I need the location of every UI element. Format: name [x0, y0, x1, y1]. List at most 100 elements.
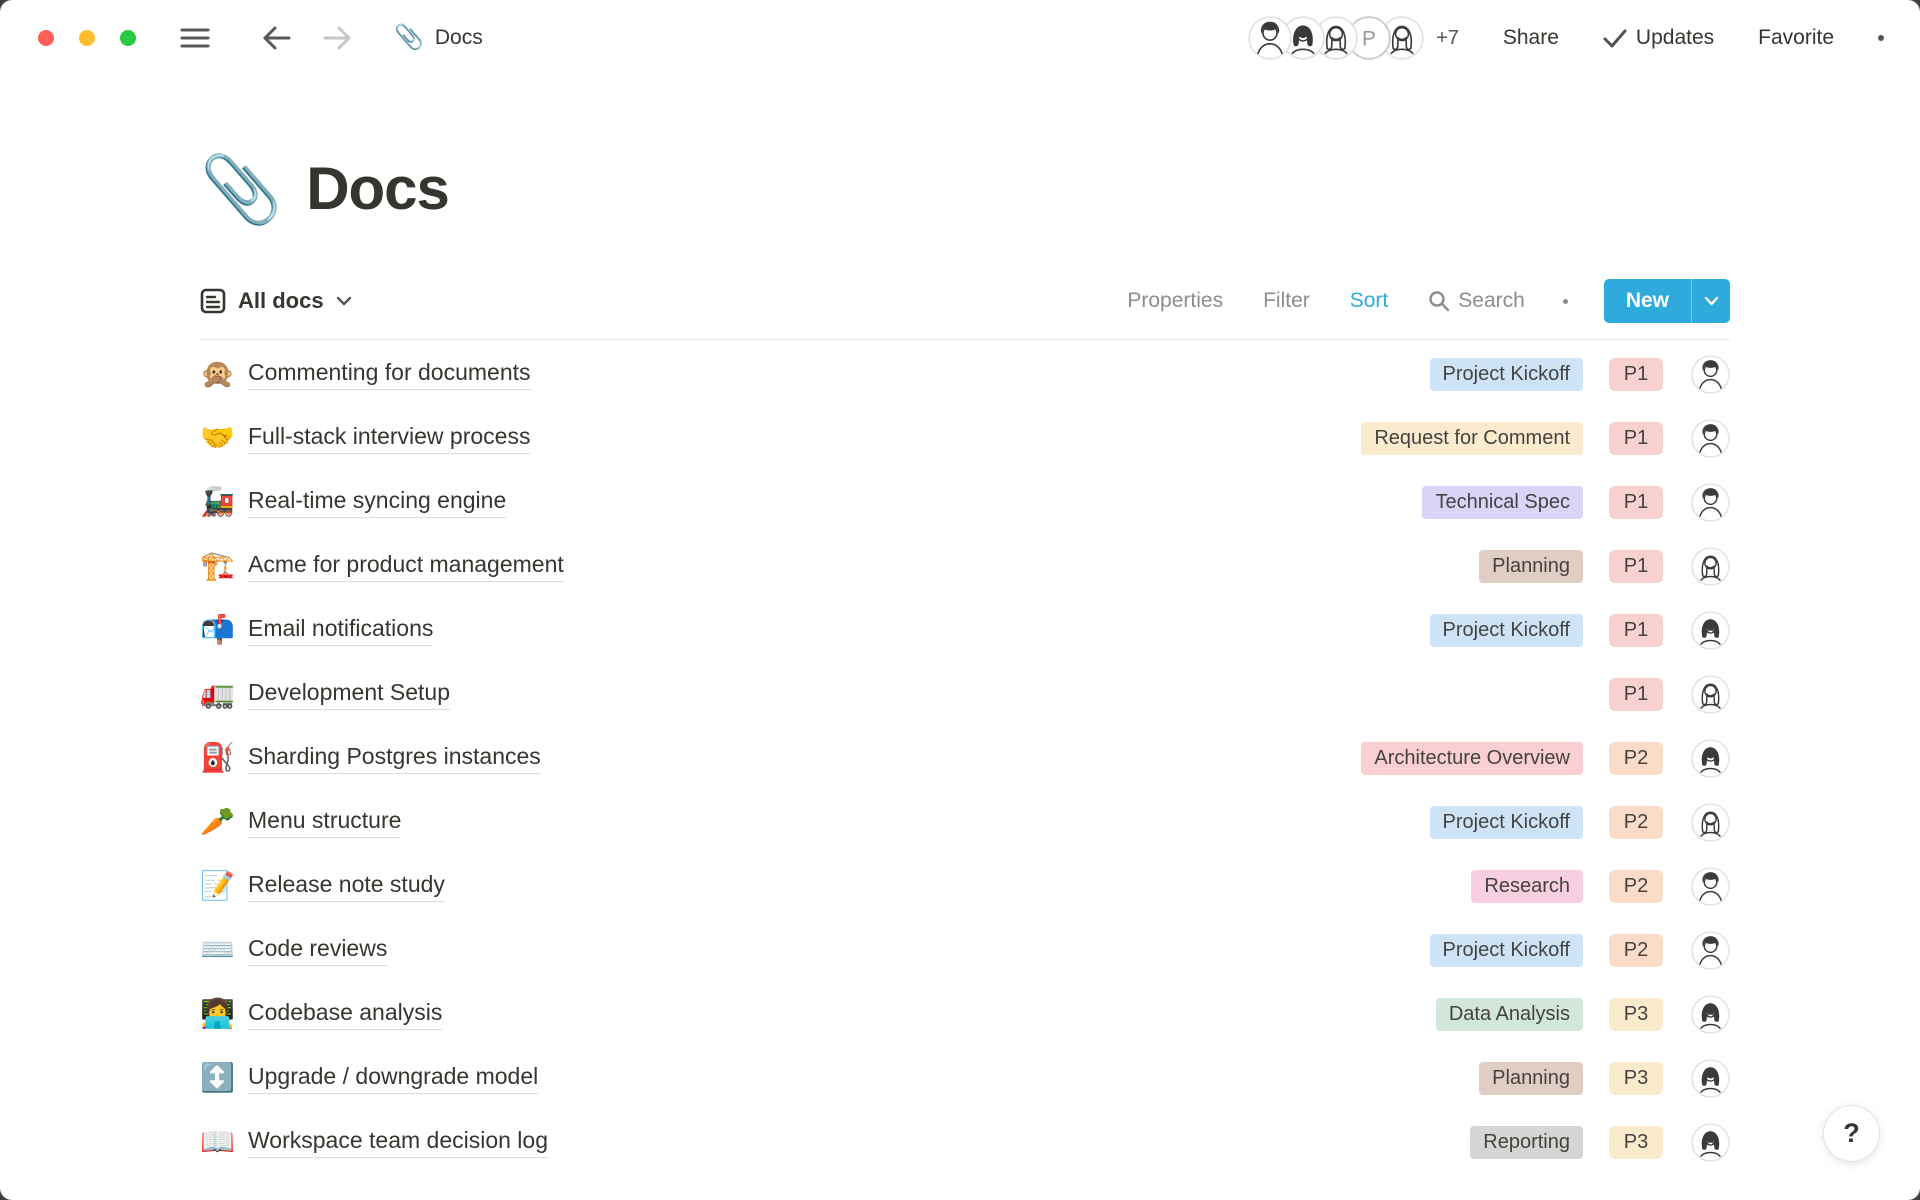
priority-badge[interactable]: P2 [1609, 934, 1663, 967]
search-button[interactable]: Search [1428, 289, 1525, 313]
doc-emoji-icon: ⌨️ [200, 936, 248, 964]
table-row[interactable]: 📝 Release note study Research P2 [200, 854, 1730, 918]
doc-tag[interactable]: Research [1471, 870, 1583, 903]
priority-badge[interactable]: P1 [1609, 550, 1663, 583]
sidebar-toggle-button[interactable] [180, 27, 210, 49]
document-icon [200, 288, 226, 314]
favorite-button[interactable]: Favorite [1758, 26, 1834, 50]
doc-title[interactable]: Commenting for documents [248, 359, 531, 390]
priority-badge[interactable]: P1 [1609, 486, 1663, 519]
doc-title[interactable]: Code reviews [248, 935, 387, 966]
breadcrumb[interactable]: 📎 Docs [394, 26, 483, 50]
sort-button[interactable]: Sort [1350, 289, 1389, 313]
avatar [1691, 867, 1730, 906]
avatar[interactable] [1248, 16, 1292, 60]
doc-tag[interactable]: Data Analysis [1436, 998, 1583, 1031]
doc-tag[interactable]: Architecture Overview [1361, 742, 1583, 775]
table-row[interactable]: ↕️ Upgrade / downgrade model Planning P3 [200, 1046, 1730, 1110]
table-row[interactable]: 🙊 Commenting for documents Project Kicko… [200, 342, 1730, 406]
view-more-button[interactable] [1563, 299, 1568, 304]
priority-badge[interactable]: P3 [1609, 1062, 1663, 1095]
page-icon[interactable]: 📎 [200, 156, 282, 222]
back-button[interactable] [262, 25, 292, 51]
avatar [1691, 419, 1730, 458]
forward-button[interactable] [322, 25, 352, 51]
view-selector-label: All docs [238, 288, 324, 314]
updates-button-label: Updates [1636, 26, 1714, 50]
priority-badge[interactable]: P1 [1609, 678, 1663, 711]
doc-emoji-icon: ↕️ [200, 1064, 248, 1092]
properties-button-label: Properties [1127, 289, 1223, 313]
minimize-window-button[interactable] [79, 30, 95, 46]
view-selector[interactable]: All docs [200, 288, 352, 314]
doc-title[interactable]: Release note study [248, 871, 445, 902]
avatar [1691, 675, 1730, 714]
new-doc-button[interactable]: New [1604, 279, 1730, 323]
help-button[interactable]: ? [1823, 1105, 1880, 1162]
doc-emoji-icon: 🚛 [200, 680, 248, 708]
doc-emoji-icon: 📝 [200, 872, 248, 900]
updates-button[interactable]: Updates [1603, 26, 1714, 50]
share-button[interactable]: Share [1503, 26, 1559, 50]
doc-tag[interactable]: Reporting [1470, 1126, 1583, 1159]
table-row[interactable]: 🥕 Menu structure Project Kickoff P2 [200, 790, 1730, 854]
question-mark-icon: ? [1843, 1118, 1860, 1149]
close-window-button[interactable] [38, 30, 54, 46]
doc-tag[interactable]: Planning [1479, 550, 1583, 583]
zoom-window-button[interactable] [120, 30, 136, 46]
doc-tag[interactable]: Project Kickoff [1430, 806, 1583, 839]
priority-badge[interactable]: P2 [1609, 870, 1663, 903]
avatar [1691, 355, 1730, 394]
filter-button[interactable]: Filter [1263, 289, 1310, 313]
doc-emoji-icon: 📬 [200, 616, 248, 644]
chevron-down-icon [336, 296, 352, 306]
top-bar: 📎 Docs P +7 Share [0, 0, 1920, 76]
priority-badge[interactable]: P1 [1609, 614, 1663, 647]
doc-title[interactable]: Full-stack interview process [248, 423, 530, 454]
doc-title[interactable]: Development Setup [248, 679, 450, 710]
doc-emoji-icon: 🙊 [200, 360, 248, 388]
avatar [1691, 803, 1730, 842]
avatar [1691, 1059, 1730, 1098]
table-row[interactable]: 📬 Email notifications Project Kickoff P1 [200, 598, 1730, 662]
more-options-button[interactable] [1878, 35, 1884, 41]
doc-title[interactable]: Real-time syncing engine [248, 487, 506, 518]
avatar-overflow-count[interactable]: +7 [1436, 27, 1459, 50]
properties-button[interactable]: Properties [1127, 289, 1223, 313]
priority-badge[interactable]: P2 [1609, 742, 1663, 775]
doc-title[interactable]: Menu structure [248, 807, 401, 838]
table-row[interactable]: 👩‍💻 Codebase analysis Data Analysis P3 [200, 982, 1730, 1046]
doc-tag[interactable]: Project Kickoff [1430, 934, 1583, 967]
table-row[interactable]: 🏗️ Acme for product management Planning … [200, 534, 1730, 598]
doc-tag[interactable]: Technical Spec [1422, 486, 1583, 519]
window-controls [38, 30, 136, 46]
table-row[interactable]: 🤝 Full-stack interview process Request f… [200, 406, 1730, 470]
table-row[interactable]: ⌨️ Code reviews Project Kickoff P2 [200, 918, 1730, 982]
doc-title[interactable]: Acme for product management [248, 551, 564, 582]
doc-title[interactable]: Sharding Postgres instances [248, 743, 541, 774]
doc-tag[interactable]: Project Kickoff [1430, 614, 1583, 647]
table-row[interactable]: 🚛 Development Setup P1 [200, 662, 1730, 726]
doc-tag[interactable]: Request for Comment [1361, 422, 1583, 455]
doc-tag[interactable]: Project Kickoff [1430, 358, 1583, 391]
doc-title[interactable]: Email notifications [248, 615, 433, 646]
collaborator-avatars[interactable]: P [1248, 16, 1424, 60]
priority-badge[interactable]: P3 [1609, 1126, 1663, 1159]
arrow-left-icon [262, 25, 292, 51]
table-row[interactable]: 🚂 Real-time syncing engine Technical Spe… [200, 470, 1730, 534]
priority-badge[interactable]: P2 [1609, 806, 1663, 839]
doc-title[interactable]: Upgrade / downgrade model [248, 1063, 538, 1094]
doc-title[interactable]: Workspace team decision log [248, 1127, 548, 1158]
table-row[interactable]: 📖 Workspace team decision log Reporting … [200, 1110, 1730, 1174]
table-row[interactable]: ⛽ Sharding Postgres instances Architectu… [200, 726, 1730, 790]
search-button-label: Search [1458, 289, 1525, 313]
ellipsis-icon [1878, 35, 1884, 41]
new-doc-dropdown[interactable] [1692, 279, 1730, 323]
priority-badge[interactable]: P1 [1609, 358, 1663, 391]
doc-tag[interactable]: Planning [1479, 1062, 1583, 1095]
doc-title[interactable]: Codebase analysis [248, 999, 442, 1030]
priority-badge[interactable]: P3 [1609, 998, 1663, 1031]
priority-badge[interactable]: P1 [1609, 422, 1663, 455]
search-icon [1428, 290, 1450, 312]
ellipsis-icon [1563, 299, 1568, 304]
